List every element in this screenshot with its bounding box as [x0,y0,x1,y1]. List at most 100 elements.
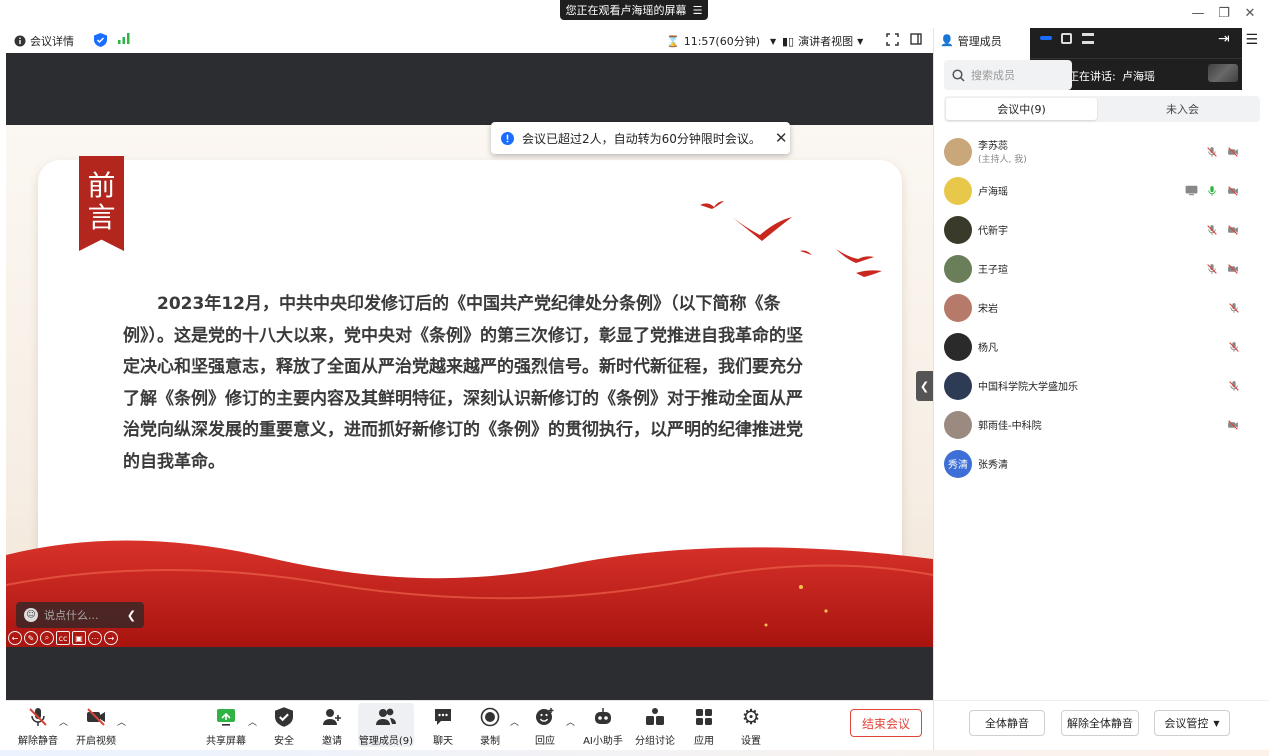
birds-illustration [700,201,882,277]
member-row[interactable]: 郭雨佳-中科院 [934,405,1269,444]
screen-share-icon[interactable] [1185,185,1198,196]
video-off-icon [87,708,105,726]
member-name: 王子瑄 [978,265,1008,276]
collapse-list-icon[interactable]: ⇥ [1218,31,1230,47]
share-screen-button[interactable]: 共享屏幕 [196,705,256,747]
restore-icon[interactable]: ❐ [1214,4,1234,22]
member-list: 李苏蕊 (主持人, 我) 卢海瑶 代新宇王子瑄宋岩杨凡中国科学院大学盛加乐 郭雨佳-中科… [934,132,1269,483]
mic-on-icon[interactable] [1206,185,1218,197]
chevron-left-icon[interactable]: ❮ [127,609,136,622]
sharing-banner[interactable]: 您正在观看卢海瑶的屏幕 ☰ [560,0,708,20]
member-row[interactable]: 王子瑄 [934,249,1269,288]
panel-footer: 全体静音 解除全体静音 会议管控 ▼ [934,700,1269,750]
share-screen-label: 共享屏幕 [206,736,246,747]
member-row[interactable]: 秀清 张秀清 [934,444,1269,483]
mic-muted-icon[interactable] [1228,302,1240,314]
speaker-thumbnail [1208,64,1238,82]
mic-muted-icon[interactable] [1206,146,1218,158]
video-off-icon[interactable] [1226,224,1240,236]
mic-muted-icon[interactable] [1206,263,1218,275]
manage-members-button[interactable]: 管理成员(9) [358,703,414,747]
chat-placeholder: 说点什么... [44,609,99,622]
member-row[interactable]: 卢海瑶 [934,171,1269,210]
chat-input[interactable]: ☺ 说点什么... ❮ [16,602,144,628]
members-panel: 👤 管理成员 ☰ ⇥ 正在讲话: 卢海瑶 搜索成员 会议中(9) 未入会 李苏蕊… [933,28,1269,750]
member-row[interactable]: 李苏蕊 (主持人, 我) [934,132,1269,171]
ai-assistant-label: AI小助手 [583,736,623,747]
member-status-icons [1228,341,1240,353]
tab-not-joined[interactable]: 未入会 [1107,98,1258,120]
user-icon: 👤 [940,34,954,47]
member-name: 杨凡 [978,343,998,354]
add-user-icon [323,709,341,725]
member-row[interactable]: 杨凡 [934,327,1269,366]
annotation-controls: ← ✎ ⌕ cc ▣ ⋯ → [8,631,118,647]
avatar [944,254,972,283]
invite-button[interactable]: 邀请 [302,705,362,747]
member-name: 宋岩 [978,304,998,315]
tab-in-meeting[interactable]: 会议中(9) [946,98,1097,120]
slide-body-text: 2023年12月，中共中央印发修订后的《中国共产党纪律处分条例》（以下简称《条例… [123,294,803,472]
caption-icon[interactable]: cc [56,631,70,645]
member-name: 中国科学院大学盛加乐 [978,382,1078,393]
pen-icon[interactable]: ✎ [24,631,38,645]
member-tabs: 会议中(9) 未入会 [944,96,1260,122]
settings-label: 设置 [741,736,761,747]
record-icon [480,707,500,727]
avatar [944,176,972,205]
member-name: 李苏蕊 [978,141,1008,152]
security-shield-icon[interactable] [94,33,107,47]
ai-assistant-button[interactable]: AI小助手 [573,705,633,747]
video-off-icon[interactable] [1226,146,1240,158]
grid-view-icon[interactable] [1082,33,1094,44]
close-icon[interactable]: ✕ [775,129,788,147]
minimize-indicator-icon[interactable] [1040,36,1052,40]
more-icon[interactable]: ⋯ [88,631,102,645]
start-video-label: 开启视频 [76,736,116,747]
minimize-icon[interactable]: — [1188,4,1208,22]
apps-label: 应用 [694,736,714,747]
menu-icon[interactable]: ☰ [1245,32,1258,48]
forward-arrow-icon[interactable]: → [104,631,118,645]
member-status-icons [1226,419,1240,431]
member-search-input[interactable]: 搜索成员 [944,60,1072,90]
meeting-info-bar: 会议详情 ⌛ 11:57(60分钟) ▼ ▮▯ 演讲者视图 ▼ [6,28,933,53]
back-arrow-icon[interactable]: ← [8,631,22,645]
zoom-icon[interactable]: ⌕ [40,631,54,645]
member-status-icons [1228,380,1240,392]
end-meeting-button[interactable]: 结束会议 [850,709,922,737]
settings-button[interactable]: ⚙ 设置 [721,705,781,747]
member-row[interactable]: 代新宇 [934,210,1269,249]
mute-all-button[interactable]: 全体静音 [969,710,1045,736]
fullscreen-icon[interactable] [886,33,899,46]
avatar [944,293,972,322]
member-row[interactable]: 中国科学院大学盛加乐 [934,366,1269,405]
mic-muted-icon[interactable] [1228,341,1240,353]
chevron-up-icon[interactable]: ︿ [117,715,126,728]
video-off-icon[interactable] [1226,419,1240,431]
window-icon[interactable] [1061,33,1072,44]
mic-muted-icon[interactable] [1228,380,1240,392]
meeting-control-dropdown[interactable]: 会议管控 ▼ [1154,710,1230,736]
member-role: (主持人, 我) [978,155,1027,165]
chevron-down-icon: ▼ [857,36,864,46]
meeting-info-button[interactable]: 会议详情 [14,33,74,49]
meeting-timer[interactable]: ⌛ 11:57(60分钟) ▼ [666,33,776,49]
camera-icon[interactable]: ▣ [72,631,86,645]
close-window-icon[interactable]: ✕ [1240,4,1260,22]
collapse-panel-handle[interactable]: ❮ [916,371,933,401]
sidebar-toggle-icon[interactable] [910,33,922,45]
unmute-all-button[interactable]: 解除全体静音 [1061,710,1139,736]
meeting-toolbar: 解除静音 ︿ 开启视频 ︿ 共享屏幕 ︿ 安全 邀请 管理成员(9) 聊天 录制… [6,700,933,750]
member-name: 郭雨佳-中科院 [978,421,1042,432]
red-wave-decoration [6,540,933,647]
video-off-icon[interactable] [1226,185,1240,197]
member-row[interactable]: 宋岩 [934,288,1269,327]
view-mode-dropdown[interactable]: ▮▯ 演讲者视图 ▼ [782,33,863,49]
video-off-icon[interactable] [1226,263,1240,275]
shield-icon [275,707,293,727]
time-limit-notice: 会议已超过2人，自动转为60分钟限时会议。 ✕ [491,122,790,154]
manage-members-label: 管理成员(9) [358,736,414,747]
mic-muted-icon[interactable] [1206,224,1218,236]
reactions-label: 回应 [535,736,555,747]
